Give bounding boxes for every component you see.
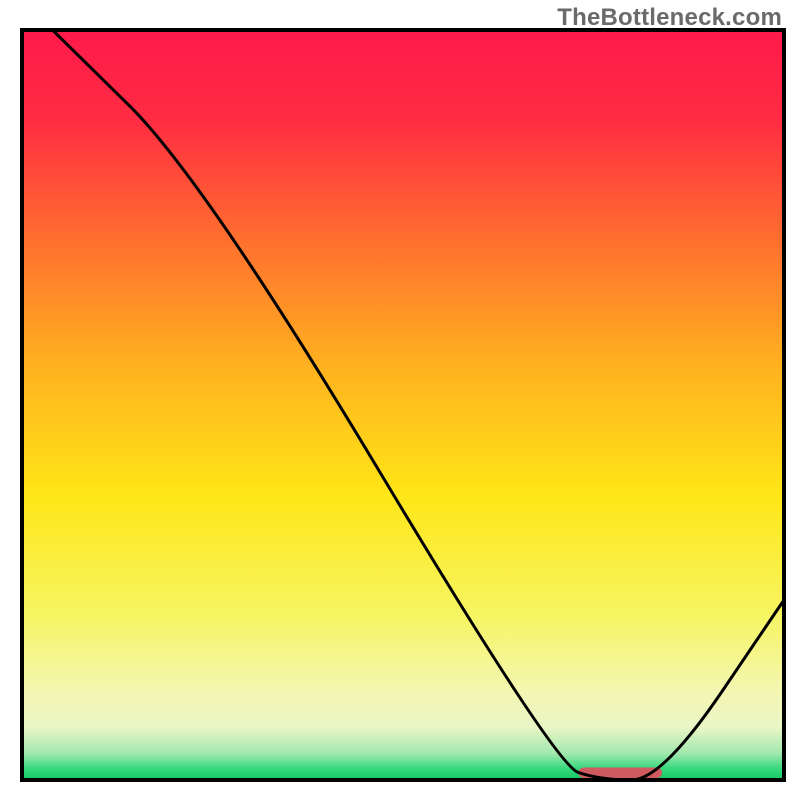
chart-svg <box>0 0 800 800</box>
watermark-text: TheBottleneck.com <box>557 4 782 32</box>
gradient-background <box>22 30 784 780</box>
bottleneck-chart: TheBottleneck.com <box>0 0 800 800</box>
